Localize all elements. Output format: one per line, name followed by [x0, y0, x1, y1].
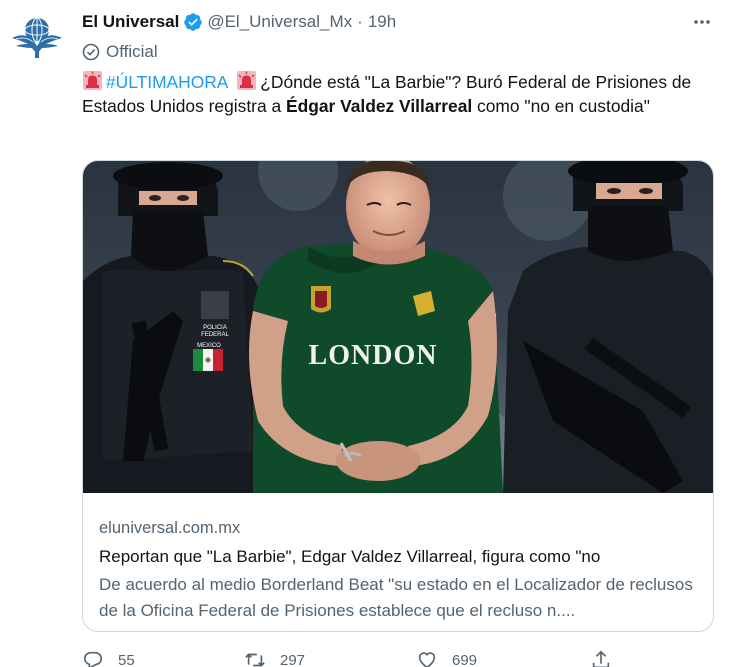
link-card[interactable]: POLICIA FEDERAL MEXICO LONDON eluniversa… — [82, 160, 714, 632]
siren-icon — [83, 71, 102, 90]
like-button[interactable]: 699 — [416, 649, 477, 667]
card-photo-image: POLICIA FEDERAL MEXICO LONDON — [83, 161, 713, 521]
tweet-header: El Universal @El_Universal_Mx · 19h — [82, 10, 396, 34]
tweet-text-part2: como "no en custodia" — [472, 96, 650, 116]
patch-line1: POLICIA — [203, 325, 227, 331]
retweet-count: 297 — [280, 651, 306, 667]
card-info[interactable]: eluniversal.com.mx Reportan que "La Barb… — [83, 493, 713, 624]
like-icon — [418, 652, 436, 667]
tweet-text-bold-name: Édgar Valdez Villarreal — [285, 96, 473, 116]
card-domain: eluniversal.com.mx — [99, 519, 241, 537]
shirt-text: LONDON — [309, 340, 438, 371]
retweet-icon — [245, 653, 265, 667]
retweet-button[interactable]: 297 — [244, 649, 305, 667]
patch-line3: MEXICO — [197, 343, 221, 349]
tweet-text: #ÚLTIMAHORA ¿Dónde está "La Barbie"? Bur… — [82, 70, 722, 118]
more-button[interactable] — [688, 10, 716, 34]
card-title: Reportan que "La Barbie", Edgar Valdez V… — [99, 547, 601, 566]
hashtag-link[interactable]: #ÚLTIMAHORA — [106, 72, 227, 92]
timestamp[interactable]: 19h — [368, 12, 396, 32]
reply-count: 55 — [118, 651, 135, 667]
official-icon — [82, 43, 100, 61]
reply-button[interactable]: 55 — [82, 649, 135, 667]
siren-icon — [237, 71, 257, 90]
share-icon — [592, 650, 610, 667]
card-description: De acuerdo al medio Borderland Beat "su … — [99, 575, 693, 620]
eagle-logo-icon — [12, 17, 62, 58]
separator: · — [357, 12, 363, 31]
display-name[interactable]: El Universal — [82, 12, 179, 32]
reply-icon — [83, 651, 103, 667]
share-button[interactable] — [590, 649, 626, 667]
verified-badge-icon — [183, 12, 203, 32]
like-count: 699 — [452, 651, 478, 667]
avatar[interactable] — [8, 8, 66, 66]
card-photo[interactable]: POLICIA FEDERAL MEXICO LONDON — [83, 161, 713, 521]
more-icon — [694, 20, 710, 24]
patch-line2: FEDERAL — [201, 332, 229, 338]
tweet-actions: 55 297 699 — [82, 645, 682, 667]
tweet[interactable]: El Universal @El_Universal_Mx · 19h Offi… — [0, 0, 732, 667]
official-text: Official — [106, 42, 158, 61]
handle[interactable]: @El_Universal_Mx — [207, 12, 352, 32]
official-label: Official — [82, 41, 158, 63]
